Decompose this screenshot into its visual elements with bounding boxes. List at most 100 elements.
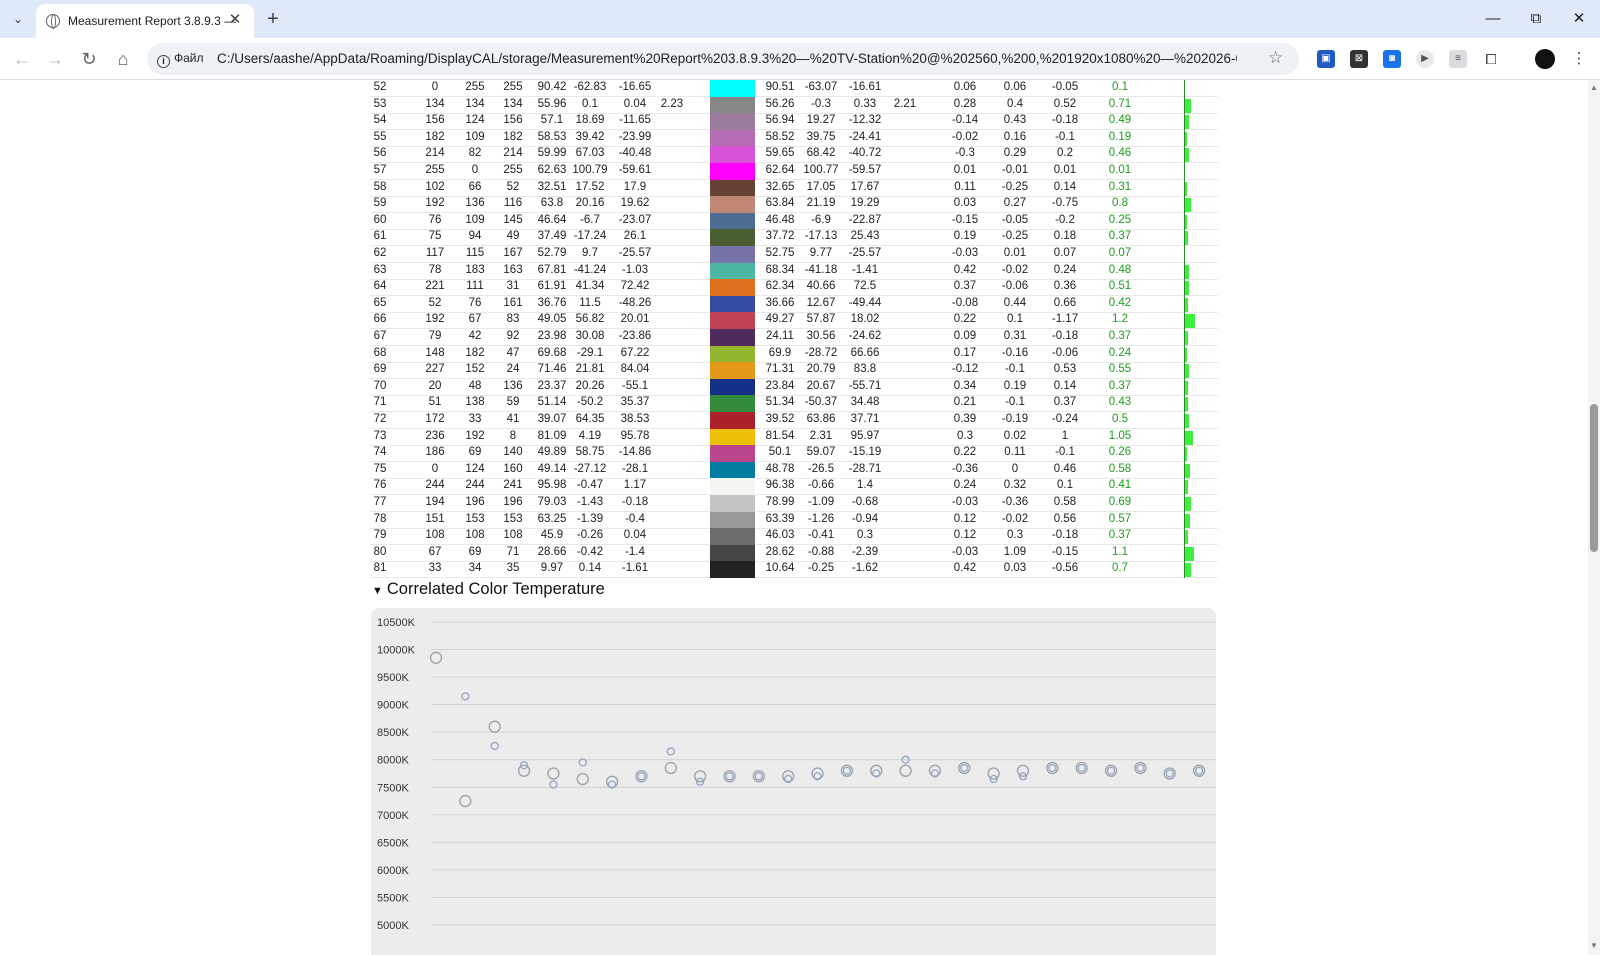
- scroll-thumb[interactable]: [1590, 404, 1598, 552]
- cct-point: [517, 764, 531, 777]
- cell-dl: -0.12: [951, 363, 979, 376]
- cell-db: 0.66: [1053, 296, 1077, 309]
- color-swatch: [710, 246, 755, 263]
- cell-mb: -1.41: [851, 263, 879, 276]
- menu-icon[interactable]: ⋮: [1570, 50, 1588, 68]
- tab-search-button[interactable]: ⌄: [7, 8, 29, 30]
- report-page: 52 0 255 255 90.42 -62.83 -16.65 90.51 -63.07 -16…: [0, 80, 1600, 955]
- cell-a: 58.75: [575, 446, 605, 459]
- close-icon[interactable]: ✕: [226, 11, 244, 29]
- cct-point: [754, 772, 764, 781]
- cell-a: 0.1: [582, 97, 598, 110]
- cell-ma: -26.5: [807, 462, 835, 475]
- cct-point: [666, 747, 675, 756]
- cell-n: 62: [373, 247, 387, 259]
- cell-dl: -0.02: [951, 130, 979, 143]
- cell-mb: -40.72: [848, 147, 882, 160]
- cell-dl: 0.12: [953, 512, 977, 525]
- cell-dl: -0.14: [951, 114, 979, 127]
- delta-e-bar-axis: [1184, 80, 1185, 97]
- table-row: 54 156 124 156 57.1 18.69 -11.65 56.94 19.27 -12.…: [370, 113, 1218, 131]
- cct-point: [987, 767, 1000, 780]
- cell-n: 59: [373, 197, 387, 210]
- cell-mb: -28.71: [848, 462, 882, 475]
- avatar[interactable]: [1535, 49, 1555, 69]
- home-icon[interactable]: ⌂: [110, 46, 136, 72]
- cell-a: -0.26: [576, 529, 604, 542]
- cell-dl: -0.36: [951, 462, 979, 475]
- cell-db: 0.46: [1053, 462, 1077, 475]
- back-icon[interactable]: ←: [9, 46, 35, 72]
- cell-da: 0.43: [1003, 114, 1027, 127]
- delta-e-bar: [1185, 447, 1187, 462]
- color-swatch: [710, 113, 755, 131]
- cell-de: 0.37: [1108, 529, 1132, 542]
- cell-dl: 0.21: [953, 396, 977, 409]
- cell-a: 9.7: [582, 247, 598, 259]
- cell-ma: 68.42: [806, 147, 836, 160]
- cell-mb: 17.67: [850, 180, 880, 193]
- extension-icon-5[interactable]: ≡: [1449, 50, 1467, 68]
- delta-e-bar: [1185, 115, 1189, 130]
- cell-a: 56.82: [575, 313, 605, 326]
- cell-dl: -0.08: [951, 296, 979, 309]
- cell-bb: -23.86: [618, 330, 652, 342]
- table-row: 72 172 33 41 39.07 64.35 38.53 39.52 63.86 37.71 0…: [370, 412, 1218, 429]
- extension-icon-1[interactable]: ▣: [1317, 50, 1335, 68]
- address-bar[interactable]: i Файл C:/Users/aashe/AppData/Roaming/Dis…: [147, 43, 1299, 75]
- reload-icon[interactable]: ↻: [76, 46, 102, 72]
- cct-section-heading[interactable]: ▼ Correlated Color Temperature: [372, 580, 605, 599]
- cell-ma: 40.66: [806, 280, 836, 293]
- y-tick-label: 8000K: [377, 755, 409, 767]
- cell-n: 61: [373, 230, 387, 243]
- cell-da: 0.31: [1003, 330, 1027, 342]
- cell-bb: -16.65: [618, 81, 652, 93]
- cell-db: -0.56: [1051, 562, 1079, 575]
- cell-mb: -24.62: [848, 330, 882, 342]
- delta-e-bar: [1185, 530, 1188, 545]
- cell-mb: 1.4: [857, 479, 873, 492]
- minimize-button[interactable]: —: [1478, 8, 1508, 30]
- cell-dl: -0.03: [951, 496, 979, 508]
- table-row: 53 134 134 134 55.96 0.1 0.04 2.23 56.26 -0.3 0.33…: [370, 96, 1218, 114]
- forward-icon[interactable]: →: [42, 46, 68, 72]
- cell-bb: -23.07: [618, 213, 652, 226]
- cct-chart: 10500K 10000K 9500K 9000K 8500K 8000K 7500K 700…: [371, 608, 1216, 955]
- extension-icon-2[interactable]: ⊠: [1350, 50, 1368, 68]
- delta-e-bar: [1185, 231, 1188, 246]
- color-swatch: [710, 129, 755, 147]
- extension-icon-3[interactable]: ◙: [1383, 50, 1401, 68]
- cell-dl: 0.24: [953, 479, 977, 492]
- cell-da: 0.4: [1007, 97, 1023, 110]
- cell-a: -6.7: [580, 213, 600, 226]
- cell-bb: -59.61: [618, 164, 652, 176]
- site-info-button[interactable]: i Файл: [157, 51, 204, 68]
- color-swatch: [710, 528, 755, 546]
- cell-db: 0.56: [1053, 512, 1077, 525]
- new-tab-button[interactable]: +: [262, 8, 284, 30]
- cell-de: 0.7: [1112, 562, 1128, 575]
- puzzle-icon[interactable]: ⧠: [1482, 50, 1500, 68]
- url-text[interactable]: C:/Users/aashe/AppData/Roaming/DisplayCA…: [217, 51, 1237, 66]
- color-swatch: [710, 212, 755, 230]
- scroll-down-arrow-icon[interactable]: ▼: [1590, 942, 1598, 950]
- play-extension-icon[interactable]: ▶: [1416, 50, 1434, 68]
- y-tick-label: 6500K: [377, 837, 409, 849]
- close-window-button[interactable]: ✕: [1564, 8, 1594, 30]
- cell-a: 17.52: [575, 180, 605, 193]
- scroll-up-arrow-icon[interactable]: ▲: [1590, 84, 1598, 92]
- cell-de: 0.24: [1108, 346, 1132, 359]
- cell-n: 63: [373, 263, 387, 276]
- cell-de: 0.8: [1112, 197, 1128, 210]
- cell-n: 73: [373, 429, 387, 442]
- bookmark-star-icon[interactable]: ☆: [1268, 48, 1283, 68]
- vertical-scrollbar[interactable]: ▲ ▼: [1588, 80, 1600, 955]
- restore-button[interactable]: ⧉: [1521, 8, 1551, 30]
- cell-a: 0.14: [578, 562, 602, 575]
- cell-db: 0.01: [1053, 164, 1077, 176]
- cell-ma: 57.87: [806, 313, 836, 326]
- cell-da: -0.02: [1001, 263, 1029, 276]
- tab-measurement-report[interactable]: Measurement Report 3.8.9.3 — ✕: [36, 4, 254, 38]
- cell-db: 0.24: [1053, 263, 1077, 276]
- table-row: 65 52 76 161 36.76 11.5 -48.26 36.66 12.67 -49.44…: [370, 295, 1218, 313]
